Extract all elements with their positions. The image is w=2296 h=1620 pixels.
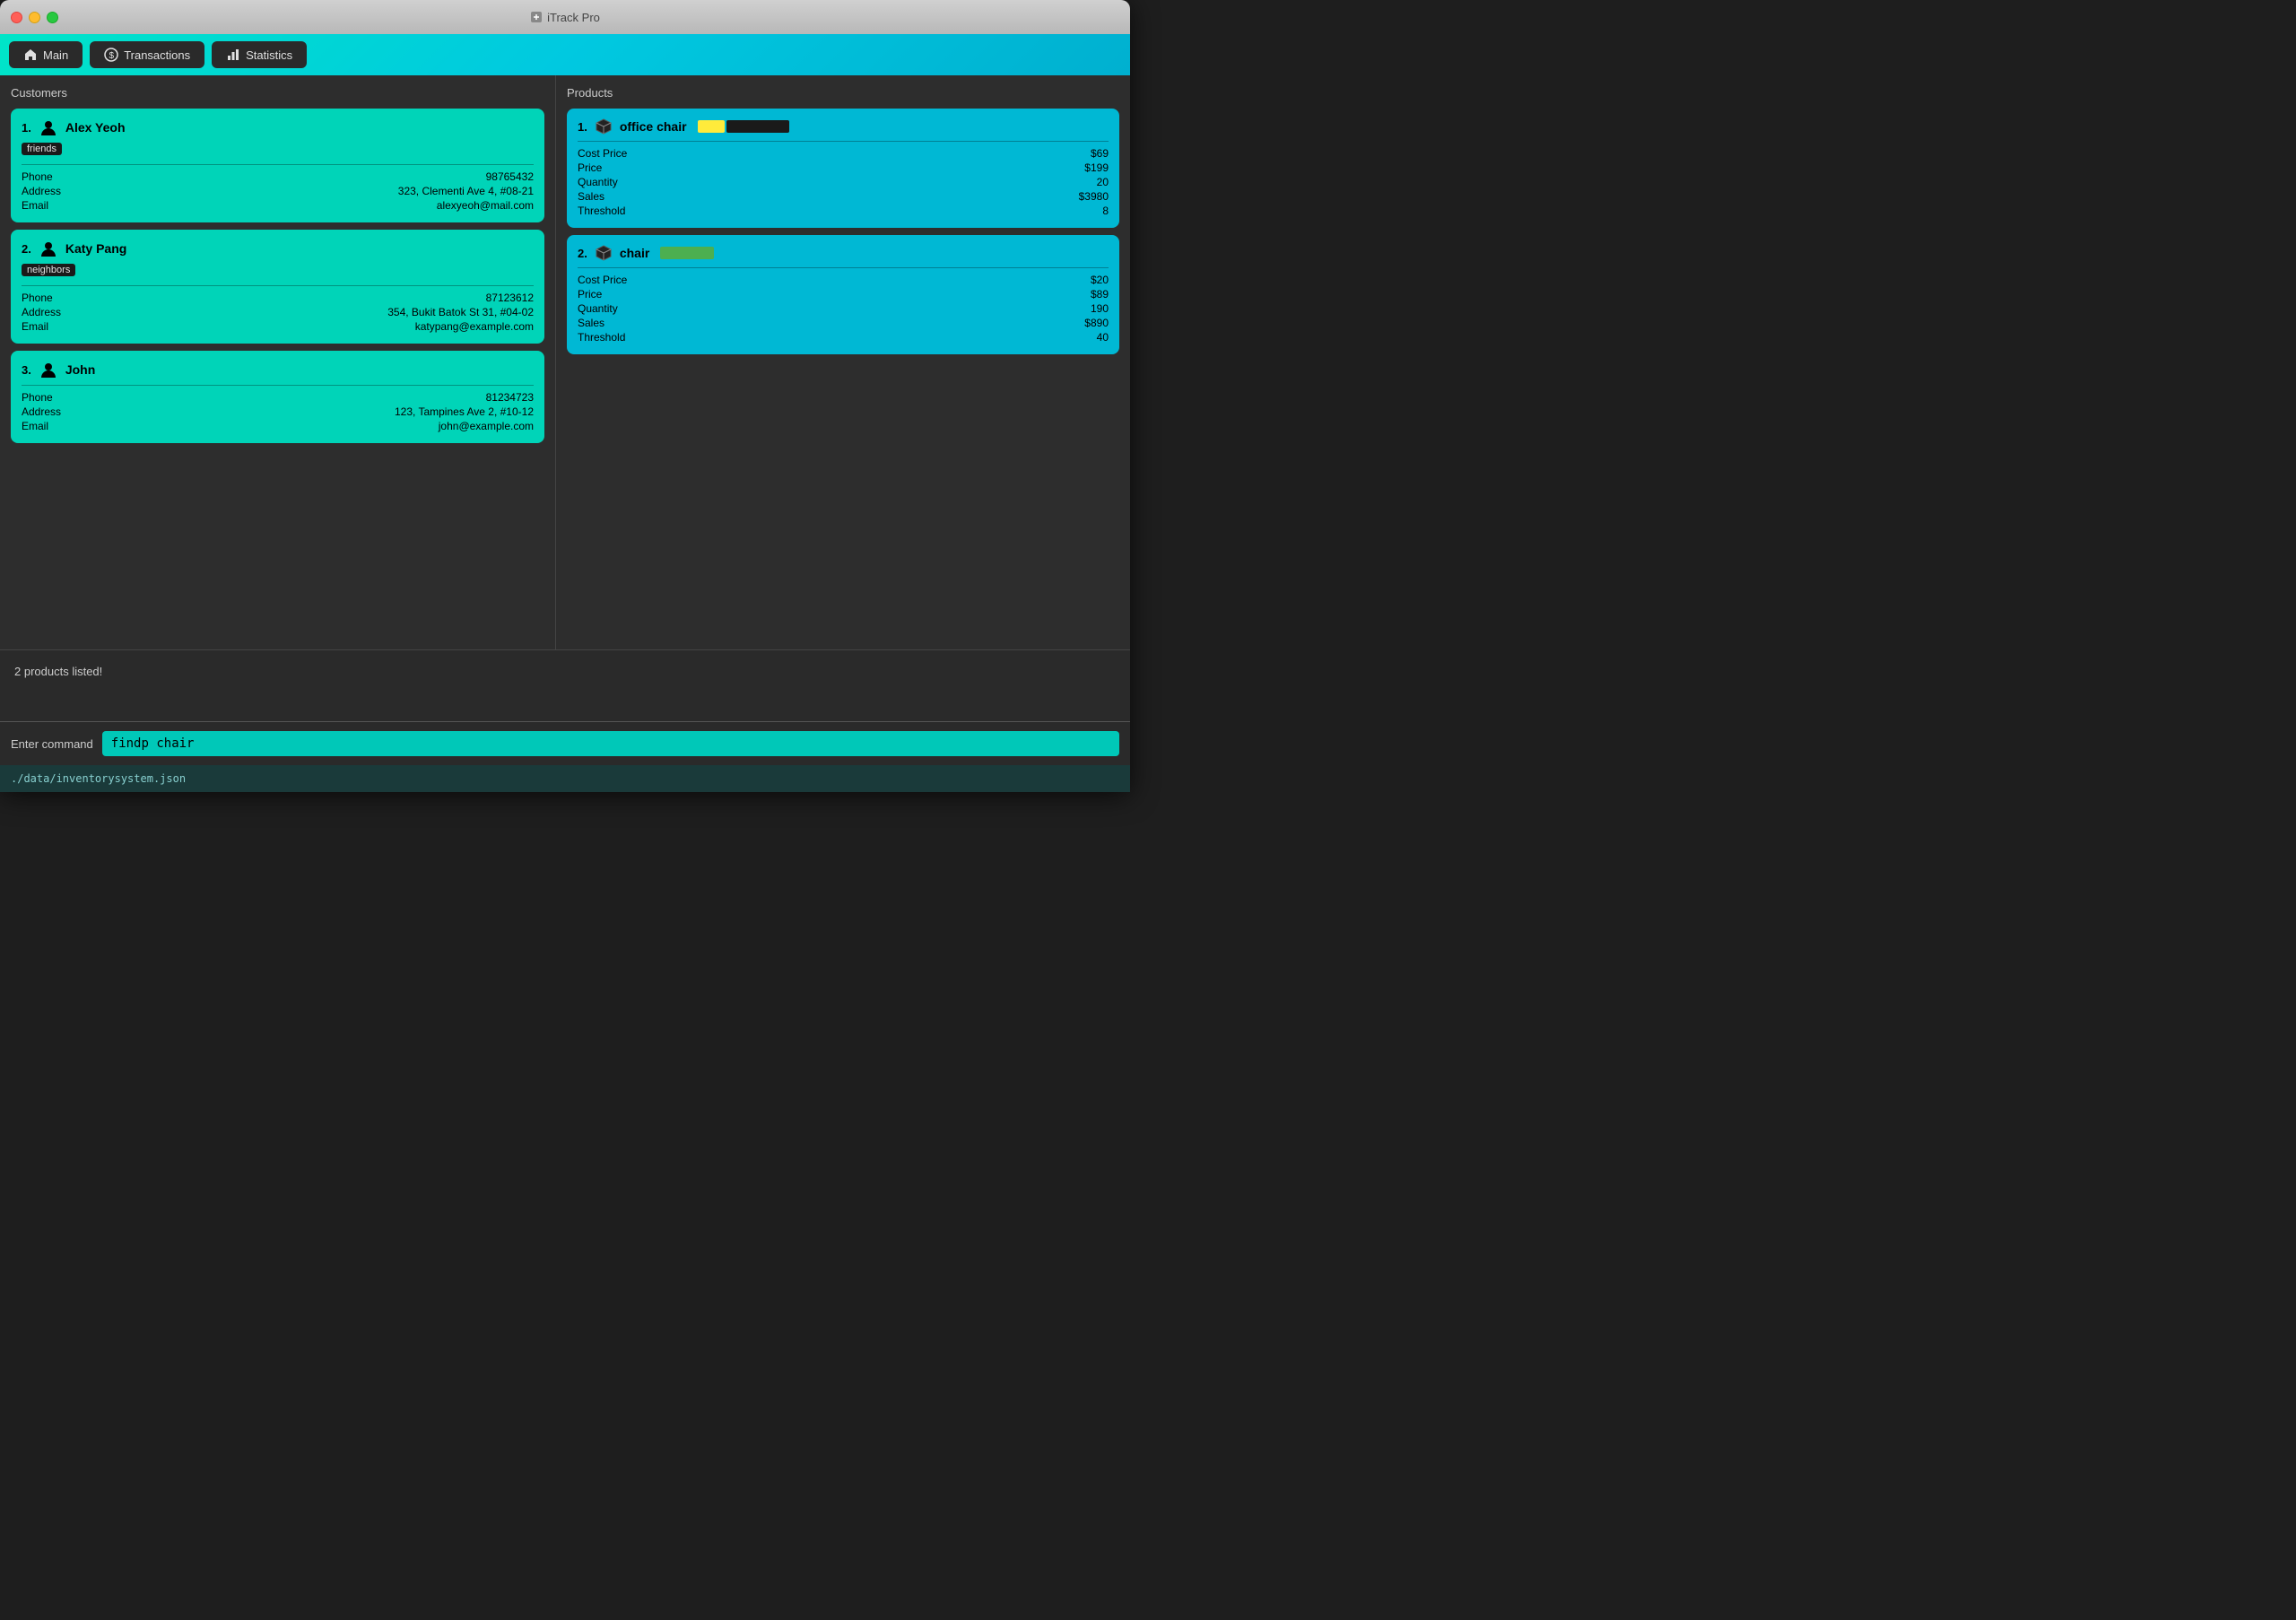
dollar-icon: $ bbox=[104, 48, 118, 62]
home-icon bbox=[23, 48, 38, 62]
customer-tag-2: neighbors bbox=[22, 262, 534, 280]
customer-details-2: Phone 87123612 Address 354, Bukit Batok … bbox=[22, 292, 534, 333]
product-header-2: 2. chair bbox=[578, 244, 1109, 262]
maximize-button[interactable] bbox=[47, 12, 58, 23]
product-name-2: chair bbox=[620, 246, 649, 260]
email-row-3: Email john@example.com bbox=[22, 420, 534, 432]
chart-icon bbox=[226, 48, 240, 62]
quantity-row-1: Quantity 20 bbox=[578, 176, 1109, 188]
tab-statistics[interactable]: Statistics bbox=[212, 41, 307, 68]
phone-row-3: Phone 81234723 bbox=[22, 391, 534, 404]
product-name-1: office chair bbox=[620, 119, 687, 134]
tab-transactions[interactable]: $ Transactions bbox=[90, 41, 204, 68]
phone-row-1: Phone 98765432 bbox=[22, 170, 534, 183]
customer-tag-1: friends bbox=[22, 141, 534, 159]
svg-text:$: $ bbox=[109, 51, 115, 61]
status-bar: 2 products listed! bbox=[0, 649, 1130, 721]
customer-name-3: John bbox=[65, 362, 95, 377]
title-bar: iTrack Pro bbox=[0, 0, 1130, 34]
email-row-2: Email katypang@example.com bbox=[22, 320, 534, 333]
customer-card-2[interactable]: 2. Katy Pang neighbors Phone 87123612 Ad… bbox=[11, 230, 544, 344]
stock-bar-empty-1 bbox=[726, 120, 789, 133]
tag-friends: friends bbox=[22, 143, 62, 155]
footer-path: ./data/inventorysystem.json bbox=[11, 772, 186, 785]
products-panel: Products 1. office chair bbox=[556, 75, 1130, 649]
command-bar: Enter command bbox=[0, 721, 1130, 765]
stock-bar-2 bbox=[660, 247, 714, 259]
tag-neighbors: neighbors bbox=[22, 264, 75, 276]
command-label: Enter command bbox=[11, 737, 93, 751]
cost-price-row-2: Cost Price $20 bbox=[578, 274, 1109, 286]
customer-name-2: Katy Pang bbox=[65, 241, 126, 256]
customer-name-1: Alex Yeoh bbox=[65, 120, 126, 135]
customer-number-1: 1. bbox=[22, 121, 31, 135]
price-row-2: Price $89 bbox=[578, 288, 1109, 300]
customers-title: Customers bbox=[11, 86, 544, 100]
email-row-1: Email alexyeoh@mail.com bbox=[22, 199, 534, 212]
product-card-2[interactable]: 2. chair Cost Price $20 bbox=[567, 235, 1119, 354]
sales-row-1: Sales $3980 bbox=[578, 190, 1109, 203]
threshold-row-2: Threshold 40 bbox=[578, 331, 1109, 344]
box-icon-2 bbox=[595, 244, 613, 262]
product-details-1: Cost Price $69 Price $199 Quantity 20 Sa… bbox=[578, 147, 1109, 217]
sales-row-2: Sales $890 bbox=[578, 317, 1109, 329]
window-title: iTrack Pro bbox=[530, 11, 600, 24]
traffic-lights bbox=[11, 12, 58, 23]
address-row-1: Address 323, Clementi Ave 4, #08-21 bbox=[22, 185, 534, 197]
person-icon-3 bbox=[39, 360, 58, 379]
product-card-1[interactable]: 1. office chair Cost Price $69 bbox=[567, 109, 1119, 228]
product-number-2: 2. bbox=[578, 247, 587, 260]
product-header-1: 1. office chair bbox=[578, 118, 1109, 135]
status-message: 2 products listed! bbox=[14, 665, 102, 678]
customer-details-3: Phone 81234723 Address 123, Tampines Ave… bbox=[22, 391, 534, 432]
app-icon bbox=[530, 11, 543, 23]
person-icon-1 bbox=[39, 118, 58, 137]
customer-number-3: 3. bbox=[22, 363, 31, 377]
customers-panel: Customers 1. Alex Yeoh friends Phone 987… bbox=[0, 75, 556, 649]
person-icon-2 bbox=[39, 239, 58, 258]
minimize-button[interactable] bbox=[29, 12, 40, 23]
customer-header-3: 3. John bbox=[22, 360, 534, 379]
quantity-row-2: Quantity 190 bbox=[578, 302, 1109, 315]
toolbar: Main $ Transactions Statistics bbox=[0, 34, 1130, 75]
threshold-row-1: Threshold 8 bbox=[578, 205, 1109, 217]
customer-card-3[interactable]: 3. John Phone 81234723 Address 123, Tamp… bbox=[11, 351, 544, 443]
customer-header-2: 2. Katy Pang bbox=[22, 239, 534, 258]
stock-bar-1 bbox=[698, 120, 789, 133]
customer-details-1: Phone 98765432 Address 323, Clementi Ave… bbox=[22, 170, 534, 212]
product-details-2: Cost Price $20 Price $89 Quantity 190 Sa… bbox=[578, 274, 1109, 344]
address-row-2: Address 354, Bukit Batok St 31, #04-02 bbox=[22, 306, 534, 318]
box-icon-1 bbox=[595, 118, 613, 135]
phone-row-2: Phone 87123612 bbox=[22, 292, 534, 304]
command-input[interactable] bbox=[102, 731, 1119, 756]
customer-number-2: 2. bbox=[22, 242, 31, 256]
customer-card-1[interactable]: 1. Alex Yeoh friends Phone 98765432 Addr… bbox=[11, 109, 544, 222]
price-row-1: Price $199 bbox=[578, 161, 1109, 174]
products-title: Products bbox=[567, 86, 1119, 100]
main-content: Customers 1. Alex Yeoh friends Phone 987… bbox=[0, 75, 1130, 649]
footer: ./data/inventorysystem.json bbox=[0, 765, 1130, 792]
product-number-1: 1. bbox=[578, 120, 587, 134]
stock-bar-filled-2 bbox=[660, 247, 714, 259]
customer-header-1: 1. Alex Yeoh bbox=[22, 118, 534, 137]
cost-price-row-1: Cost Price $69 bbox=[578, 147, 1109, 160]
tab-main[interactable]: Main bbox=[9, 41, 83, 68]
close-button[interactable] bbox=[11, 12, 22, 23]
stock-bar-filled-1 bbox=[698, 120, 725, 133]
address-row-3: Address 123, Tampines Ave 2, #10-12 bbox=[22, 405, 534, 418]
